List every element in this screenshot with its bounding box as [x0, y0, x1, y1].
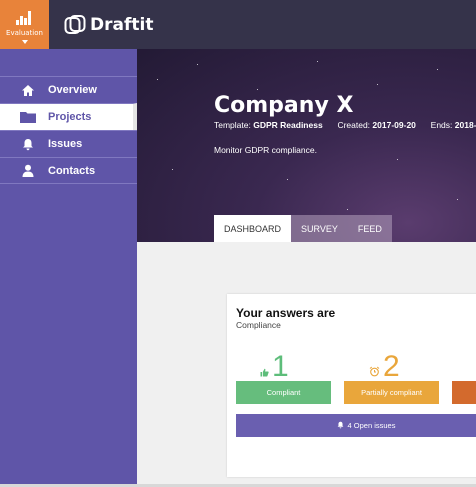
ends-label: Ends:: [430, 120, 453, 130]
caret-down-icon: [22, 40, 28, 44]
compliant-button[interactable]: Compliant: [236, 381, 331, 404]
tab-survey[interactable]: SURVEY: [291, 215, 348, 242]
template-value: GDPR Readiness: [253, 120, 323, 130]
sidebar-item-label: Overview: [48, 84, 97, 96]
partial-count: 2: [383, 350, 400, 383]
project-description: Monitor GDPR compliance.: [214, 145, 317, 155]
sidebar-item-projects[interactable]: Projects: [0, 103, 137, 130]
compliant-stat: 1: [260, 350, 289, 384]
folder-icon: [20, 110, 36, 124]
tab-feed[interactable]: FEED: [347, 215, 392, 242]
open-issues-label: 4 Open issues: [347, 421, 396, 430]
created-label: Created:: [337, 120, 371, 130]
ends-value: 2018-05-2: [454, 120, 476, 130]
evaluation-label: Evaluation: [6, 29, 43, 37]
sidebar-item-label: Contacts: [48, 164, 96, 177]
home-icon: [20, 83, 36, 97]
open-issues-button[interactable]: 4 Open issues: [236, 414, 476, 437]
draftit-logo-icon: [64, 15, 86, 34]
sidebar-item-overview[interactable]: Overview: [0, 76, 137, 103]
alarm-clock-icon: [369, 366, 380, 380]
sidebar-item-contacts[interactable]: Contacts: [0, 157, 137, 184]
noncompliant-button[interactable]: [452, 381, 476, 404]
project-meta: Template: GDPR Readiness Created: 2017-0…: [214, 120, 476, 130]
user-icon: [20, 164, 36, 178]
answers-card: Your answers are Compliance 1 2 Complian…: [227, 294, 476, 477]
evaluation-tab[interactable]: Evaluation: [0, 0, 49, 49]
card-subtitle: Compliance: [236, 320, 281, 330]
thumbs-up-icon: [260, 368, 269, 380]
bell-icon: [337, 421, 344, 431]
compliant-count: 1: [272, 350, 289, 383]
top-bar: Evaluation Draftit: [0, 0, 476, 49]
page-title: Company X: [214, 93, 354, 118]
sidebar-item-label: Projects: [48, 111, 92, 123]
sidebar-item-issues[interactable]: Issues: [0, 130, 137, 157]
bar-chart-icon: [16, 11, 32, 25]
project-header: Company X Template: GDPR Readiness Creat…: [137, 49, 476, 242]
template-label: Template:: [214, 120, 251, 130]
created-value: 2017-09-20: [372, 120, 416, 130]
tab-dashboard[interactable]: DASHBOARD: [214, 215, 292, 242]
brand-logo[interactable]: Draftit: [64, 14, 153, 36]
dashboard-content: Your answers are Compliance 1 2 Complian…: [137, 242, 476, 487]
bell-icon: [20, 137, 36, 151]
project-tabs: DASHBOARD SURVEY FEED: [214, 215, 392, 242]
brand-name: Draftit: [90, 15, 154, 35]
partially-compliant-button[interactable]: Partially compliant: [344, 381, 439, 404]
sidebar-item-label: Issues: [48, 138, 83, 150]
partial-stat: 2: [369, 350, 400, 384]
sidebar: Overview Projects Issues Contacts: [0, 49, 137, 487]
card-title: Your answers are: [236, 306, 336, 320]
